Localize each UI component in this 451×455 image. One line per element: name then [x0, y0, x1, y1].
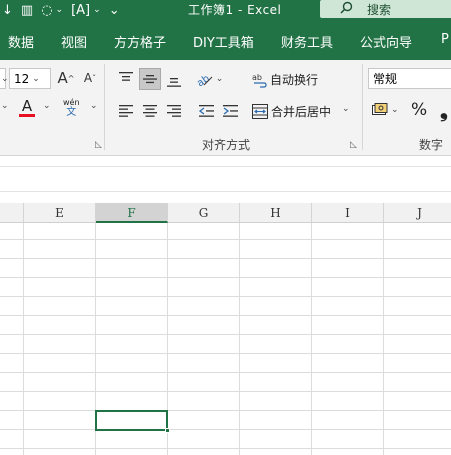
shrink-font-button[interactable]: Aˇ [79, 67, 101, 89]
percent-style-button[interactable]: % [411, 100, 427, 120]
chevron-down-icon: ⌄ [1, 73, 9, 84]
customize-qat-icon[interactable]: ⌄ [109, 3, 120, 18]
column-header-partial[interactable] [0, 203, 24, 223]
grid-line [0, 448, 451, 449]
tab-more[interactable]: P [441, 32, 449, 47]
chevron-down-icon: ⌄ [1, 101, 9, 111]
font-color-dropdown[interactable]: ⌄ [40, 101, 51, 111]
quick-access-toolbar: ↓ ▥ ◌ ⌄ [A] ⌄ ⌄ [0, 0, 120, 20]
tab-formula-wizard[interactable]: 公式向导 [360, 32, 412, 51]
text-orientation-icon: ab [197, 73, 213, 86]
alignment-dialog-launcher-icon[interactable]: ◺ [350, 140, 357, 150]
column-header-h[interactable]: H [240, 203, 312, 223]
chevron-down-icon: ⌄ [215, 74, 224, 84]
chevron-down-icon: ⌄ [342, 104, 350, 114]
align-middle-icon[interactable] [139, 68, 161, 90]
phonetic-guide-button[interactable]: wén 文 [63, 98, 80, 118]
insert-chart-icon[interactable]: ▥ [21, 3, 33, 18]
grid-line [0, 391, 451, 392]
tab-fangfang[interactable]: 方方格子 [114, 32, 166, 51]
number-group-label: 数字 [419, 138, 444, 152]
font-size-field[interactable]: 12 ⌄ [9, 68, 51, 89]
increase-indent-icon[interactable] [219, 100, 241, 122]
grid-line [0, 429, 451, 430]
shapes-icon[interactable]: ◌ ⌄ [41, 3, 63, 18]
column-header-j[interactable]: J [384, 203, 451, 223]
grid-line [0, 315, 451, 316]
ribbon-tabs: 数据 视图 方方格子 DIY工具箱 财务工具 公式向导 P [0, 20, 451, 60]
column-header-e[interactable]: E [24, 203, 96, 223]
wrap-text-button[interactable]: ab 自动换行 [252, 71, 318, 88]
undo-icon[interactable]: ↓ [2, 3, 13, 18]
worksheet-grid[interactable] [0, 223, 451, 455]
chevron-down-icon: ⌄ [90, 101, 98, 111]
search-placeholder: 搜索 [367, 2, 392, 17]
phonetic-dropdown[interactable]: ⌄ [87, 101, 98, 111]
window-title: 工作簿1 - Excel [188, 3, 282, 17]
chevron-down-icon: ⌄ [32, 73, 40, 84]
grid-line [0, 258, 451, 259]
textbox-icon[interactable]: [A] ⌄ [71, 3, 101, 18]
tab-finance-tools[interactable]: 财务工具 [281, 32, 333, 51]
number-format-field[interactable]: 常规 [368, 68, 451, 89]
wrap-text-icon: ab [252, 73, 267, 88]
decrease-indent-icon[interactable] [195, 100, 217, 122]
font-color-button[interactable]: A [18, 98, 36, 117]
tab-view[interactable]: 视图 [61, 32, 87, 51]
grid-line [0, 239, 451, 240]
chevron-down-icon: ⌄ [93, 5, 101, 15]
chevron-down-icon: ⌄ [43, 101, 51, 111]
group-separator [104, 64, 105, 150]
align-top-icon[interactable] [115, 67, 137, 89]
accounting-format-button[interactable]: ⌄ [372, 103, 399, 117]
align-left-icon[interactable] [115, 100, 137, 122]
title-bar: ↓ ▥ ◌ ⌄ [A] ⌄ ⌄ 工作簿1 - Excel 搜索 [0, 0, 451, 20]
grid-line [0, 353, 451, 354]
grid-line [0, 334, 451, 335]
column-header-g[interactable]: G [168, 203, 240, 223]
svg-text:ab: ab [252, 73, 262, 82]
active-cell[interactable] [95, 410, 168, 431]
borders-dropdown[interactable]: ⌄ [0, 101, 9, 111]
grid-line [0, 372, 451, 373]
chevron-down-icon: ⌄ [391, 105, 399, 115]
accounting-icon [372, 103, 388, 115]
grow-font-button[interactable]: A ^ [55, 67, 77, 89]
column-header-f[interactable]: F [96, 203, 168, 223]
comma-style-button[interactable]: ❟ [440, 98, 448, 122]
grid-line [0, 277, 451, 278]
align-bottom-icon[interactable] [163, 70, 185, 92]
column-header-i[interactable]: I [312, 203, 384, 223]
font-color-swatch [19, 114, 35, 117]
ribbon: ⌄ 12 ⌄ A ^ Aˇ ⌄ A ⌄ wén 文 ⌄ ab ⌄ ab 自动换行… [0, 60, 451, 156]
grid-line [0, 410, 451, 411]
chevron-down-icon: ⌄ [55, 5, 64, 15]
font-name-field[interactable]: ⌄ [0, 68, 9, 89]
alignment-group-label: 对齐方式 [202, 138, 251, 152]
merge-dropdown[interactable]: ⌄ [339, 104, 350, 114]
grid-line [0, 296, 451, 297]
merge-cells-icon [252, 104, 268, 119]
formula-bar[interactable] [0, 166, 451, 192]
align-center-icon[interactable] [139, 100, 161, 122]
search-icon [340, 1, 353, 17]
align-right-icon[interactable] [163, 100, 185, 122]
orientation-button[interactable]: ab ⌄ [195, 68, 225, 90]
excel-window: ↓ ▥ ◌ ⌄ [A] ⌄ ⌄ 工作簿1 - Excel 搜索 数据 视图 方方格子… [0, 0, 451, 455]
column-headers: E F G H I J [0, 203, 451, 223]
merge-center-button[interactable]: 合并后居中 [252, 103, 331, 120]
search-box[interactable]: 搜索 [320, 0, 451, 18]
group-separator [362, 64, 363, 150]
tab-diy-toolbox[interactable]: DIY工具箱 [193, 32, 254, 51]
fill-handle[interactable] [165, 428, 170, 433]
font-dialog-launcher-icon[interactable]: ◺ [95, 140, 102, 150]
tab-data[interactable]: 数据 [8, 32, 34, 51]
